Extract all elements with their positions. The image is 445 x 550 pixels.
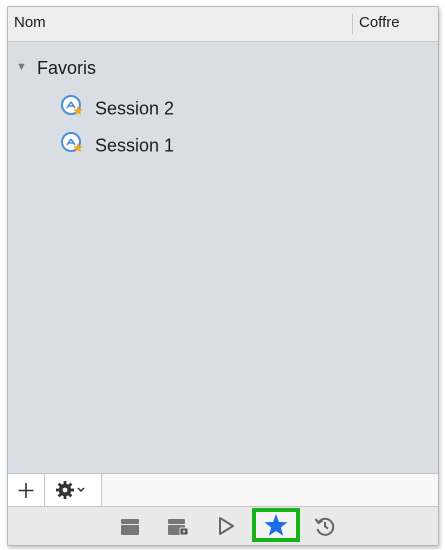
remote-session-favorite-icon xyxy=(60,131,84,155)
tree-group-favorites[interactable]: ▼ Favoris xyxy=(16,52,96,84)
remote-session-favorite-icon xyxy=(60,94,84,118)
history-icon xyxy=(314,517,335,536)
favorites-button[interactable] xyxy=(252,508,300,542)
history-button[interactable] xyxy=(309,510,341,542)
launch-button[interactable] xyxy=(210,510,242,542)
tree-item-session[interactable]: Session 2 xyxy=(60,91,174,123)
add-button[interactable] xyxy=(8,474,45,506)
open-session-icon xyxy=(121,519,139,535)
gear-icon xyxy=(56,481,74,499)
column-vault-header[interactable]: Coffre xyxy=(359,7,400,41)
action-bar xyxy=(8,473,438,507)
column-header: Nom Coffre xyxy=(8,7,438,42)
star-icon xyxy=(264,514,288,536)
tree-item-session[interactable]: Session 1 xyxy=(60,128,174,160)
session-panel: Nom Coffre ▼ Favoris Session 2 Session 1 xyxy=(7,6,439,546)
column-divider xyxy=(352,14,353,34)
play-icon xyxy=(219,517,234,535)
open-vault-session-icon xyxy=(168,519,189,536)
session-tree: ▼ Favoris Session 2 Session 1 xyxy=(8,42,438,473)
triangle-down-icon[interactable]: ▼ xyxy=(16,51,32,83)
chevron-down-icon xyxy=(77,487,85,493)
session-label: Session 1 xyxy=(95,135,175,156)
open-vault-session-button[interactable] xyxy=(161,510,193,542)
settings-menu-button[interactable] xyxy=(45,474,102,506)
column-name-header[interactable]: Nom xyxy=(14,7,46,41)
bottom-toolbar xyxy=(8,507,438,545)
tree-group-label: Favoris xyxy=(37,58,97,78)
plus-icon xyxy=(18,483,34,498)
open-session-button[interactable] xyxy=(114,510,146,542)
session-label: Session 2 xyxy=(95,98,175,119)
